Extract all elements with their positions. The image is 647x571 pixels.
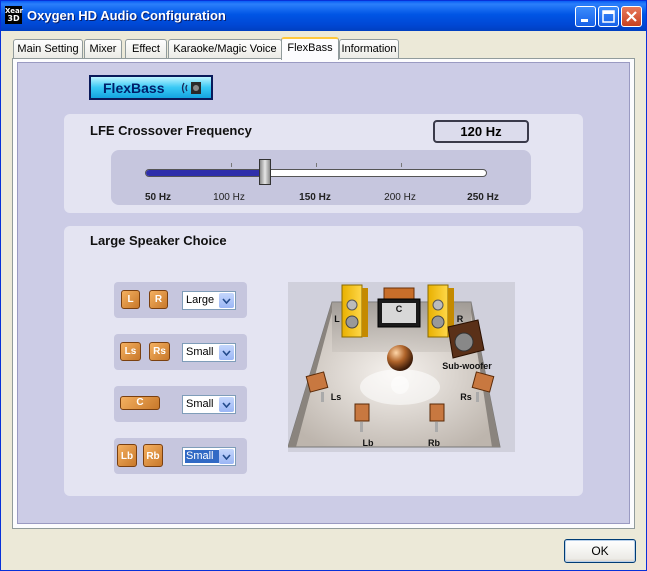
speaker-l-icon: L — [121, 290, 140, 309]
tab-effect[interactable]: Effect — [125, 39, 167, 58]
speaker-c-icon: C — [120, 396, 160, 410]
chevron-down-icon[interactable] — [219, 397, 234, 412]
speaker-row-front: L R Large — [114, 282, 247, 318]
back-size-select[interactable]: Small — [182, 447, 236, 466]
diagram-label-lb: Lb — [362, 438, 374, 448]
front-size-select[interactable]: Large — [182, 291, 236, 310]
speaker-row-center: C Small — [114, 386, 247, 422]
diagram-label-ls: Ls — [330, 392, 342, 402]
diagram-label-subwoofer: Sub-woofer — [442, 361, 492, 371]
window-title: Oxygen HD Audio Configuration — [27, 8, 226, 23]
maximize-icon — [602, 10, 615, 23]
tick-label-50: 50 Hz — [144, 192, 172, 203]
diagram-label-l: L — [334, 314, 340, 324]
speaker-rb-icon: Rb — [143, 444, 163, 467]
crossover-title: LFE Crossover Frequency — [90, 123, 252, 138]
flexbass-toggle-button[interactable]: FlexBass — [89, 75, 213, 100]
crossover-slider[interactable] — [145, 169, 487, 177]
maximize-button[interactable] — [598, 6, 619, 27]
title-bar[interactable]: Xear 3D Oxygen HD Audio Configuration — [1, 1, 646, 31]
minimize-icon — [581, 19, 588, 22]
app-icon-text-bottom: 3D — [7, 14, 20, 23]
surround-size-value: Small — [186, 346, 214, 358]
tab-flexbass[interactable]: FlexBass — [281, 37, 339, 60]
tab-karaoke-magic-voice[interactable]: Karaoke/Magic Voice — [168, 39, 282, 58]
diagram-label-rb: Rb — [428, 438, 440, 448]
center-size-value: Small — [186, 398, 214, 410]
speaker-lb-icon: Lb — [117, 444, 137, 467]
slider-thumb[interactable] — [259, 159, 271, 185]
minimize-button[interactable] — [575, 6, 596, 27]
slider-tick — [401, 163, 402, 167]
slider-tick — [316, 163, 317, 167]
tick-label-150: 150 Hz — [299, 192, 331, 203]
xear-3d-icon[interactable]: Xear 3D — [5, 6, 23, 24]
tick-label-100: 100 Hz — [213, 192, 245, 203]
tab-mixer[interactable]: Mixer — [84, 39, 122, 58]
slider-tick — [231, 163, 232, 167]
speaker-room-diagram: L C R Sub-woofer Ls Rs Lb Rb — [287, 282, 515, 452]
chevron-down-icon[interactable] — [219, 345, 234, 360]
tick-label-250: 250 Hz — [467, 192, 499, 203]
tab-main-setting[interactable]: Main Setting — [13, 39, 83, 58]
diagram-label-r: R — [456, 314, 464, 324]
crossover-value-display: 120 Hz — [433, 120, 529, 143]
chevron-down-icon[interactable] — [219, 449, 234, 464]
speaker-row-back: Lb Rb Small — [114, 438, 247, 474]
back-size-value: Small — [185, 450, 219, 463]
speaker-row-surround: Ls Rs Small — [114, 334, 247, 370]
tab-information[interactable]: Information — [339, 39, 399, 58]
chevron-down-icon[interactable] — [219, 293, 234, 308]
app-window: Xear 3D Oxygen HD Audio Configuration Ma… — [0, 0, 647, 571]
front-size-value: Large — [186, 294, 215, 306]
ok-button[interactable]: OK — [564, 539, 636, 563]
flexbass-label: FlexBass — [103, 80, 165, 96]
speaker-choice-title: Large Speaker Choice — [90, 233, 227, 248]
close-button[interactable] — [621, 6, 642, 27]
diagram-label-c: C — [395, 304, 403, 314]
speaker-ls-icon: Ls — [120, 342, 141, 361]
surround-size-select[interactable]: Small — [182, 343, 236, 362]
speaker-rs-icon: Rs — [149, 342, 170, 361]
speaker-sound-icon — [181, 82, 201, 94]
diagram-label-rs: Rs — [460, 392, 472, 402]
close-icon — [626, 11, 637, 22]
center-size-select[interactable]: Small — [182, 395, 236, 414]
slider-fill — [146, 170, 265, 176]
tick-label-200: 200 Hz — [384, 192, 416, 203]
speaker-r-icon: R — [149, 290, 168, 309]
